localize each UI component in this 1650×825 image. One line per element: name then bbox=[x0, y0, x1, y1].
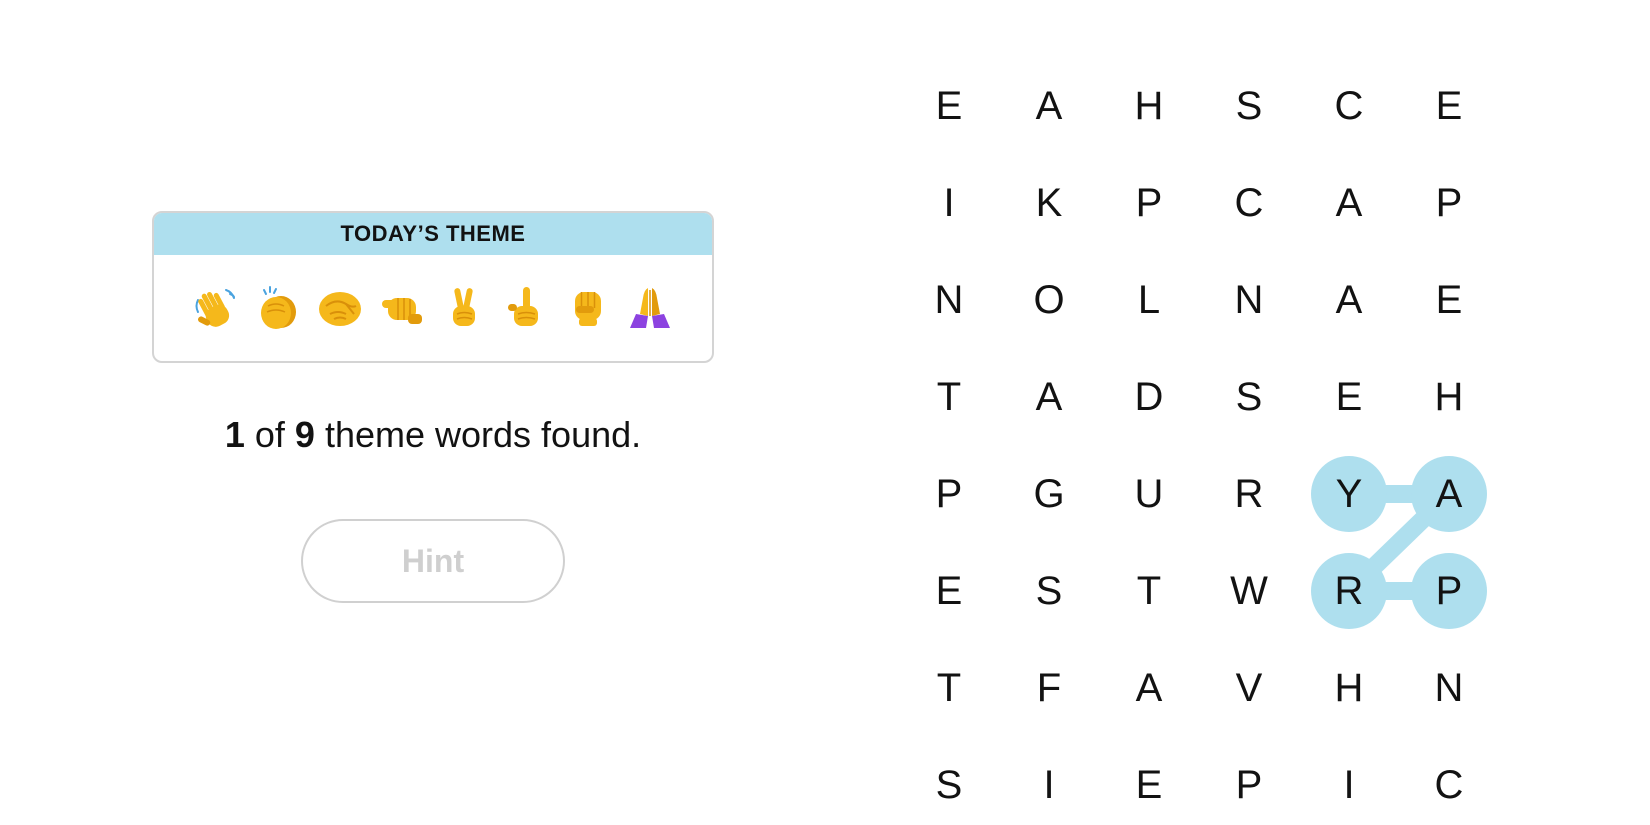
handshake-icon bbox=[319, 292, 361, 326]
letter-cell[interactable]: R bbox=[1209, 454, 1289, 534]
letter-cell[interactable]: H bbox=[1309, 648, 1389, 728]
letter-cell[interactable]: C bbox=[1409, 745, 1489, 825]
letter-cell[interactable]: W bbox=[1209, 551, 1289, 631]
letter-cell[interactable]: E bbox=[909, 551, 989, 631]
letter-grid: EAHSCEIKPCAPNOLNAETADSEHPGURYAESTWRPTFAV… bbox=[0, 0, 1650, 825]
theme-card: TODAY’S THEME bbox=[152, 211, 714, 363]
letter-cell[interactable]: N bbox=[1209, 260, 1289, 340]
raised-fist-icon bbox=[575, 292, 601, 326]
letter-cell[interactable]: A bbox=[1309, 260, 1389, 340]
index-pointing-up-icon bbox=[508, 287, 538, 326]
letter-cell[interactable]: I bbox=[1009, 745, 1089, 825]
letter-cell[interactable]: R bbox=[1309, 551, 1389, 631]
found-word-highlight bbox=[1311, 456, 1487, 629]
strands-game: TODAY’S THEME 1 of 9 theme words found. … bbox=[0, 0, 1650, 825]
victory-hand-icon bbox=[453, 288, 475, 326]
letter-cell[interactable]: H bbox=[1409, 357, 1489, 437]
letter-cell[interactable]: K bbox=[1009, 163, 1089, 243]
letter-cell[interactable]: P bbox=[1209, 745, 1289, 825]
letter-cell[interactable]: P bbox=[1409, 163, 1489, 243]
folded-hands-icon bbox=[630, 288, 670, 328]
letter-cell[interactable]: O bbox=[1009, 260, 1089, 340]
left-facing-fist-icon bbox=[382, 298, 422, 324]
total-count: 9 bbox=[294, 414, 315, 455]
letter-cell[interactable]: V bbox=[1209, 648, 1289, 728]
letter-cell[interactable]: A bbox=[1009, 66, 1089, 146]
letter-cell[interactable]: T bbox=[909, 648, 989, 728]
letter-cell[interactable]: T bbox=[909, 357, 989, 437]
letter-cell[interactable]: U bbox=[1109, 454, 1189, 534]
progress-suffix-text: theme words found. bbox=[314, 414, 642, 455]
letter-cell[interactable]: E bbox=[909, 66, 989, 146]
letter-cell[interactable]: S bbox=[1009, 551, 1089, 631]
letter-cell[interactable]: I bbox=[1309, 745, 1389, 825]
letter-cell[interactable]: A bbox=[1309, 163, 1389, 243]
theme-emoji-row bbox=[154, 255, 712, 361]
theme-words-progress: 1 of 9 theme words found. bbox=[152, 414, 714, 456]
letter-cell[interactable]: S bbox=[1209, 357, 1289, 437]
letter-cell[interactable]: A bbox=[1009, 357, 1089, 437]
letter-cell[interactable]: P bbox=[1109, 163, 1189, 243]
letter-cell[interactable]: S bbox=[909, 745, 989, 825]
letter-cell[interactable]: E bbox=[1409, 260, 1489, 340]
letter-cell[interactable]: P bbox=[1409, 551, 1489, 631]
letter-cell[interactable]: A bbox=[1109, 648, 1189, 728]
letter-cell[interactable]: S bbox=[1209, 66, 1289, 146]
theme-header: TODAY’S THEME bbox=[154, 213, 712, 255]
letter-cell[interactable]: E bbox=[1409, 66, 1489, 146]
letter-cell[interactable]: E bbox=[1309, 357, 1389, 437]
clapping-hands-icon bbox=[261, 286, 296, 329]
progress-of-text: of bbox=[244, 414, 295, 455]
letter-cell[interactable]: C bbox=[1209, 163, 1289, 243]
found-count: 1 bbox=[224, 414, 245, 455]
letter-cell[interactable]: A bbox=[1409, 454, 1489, 534]
letter-cell[interactable]: N bbox=[1409, 648, 1489, 728]
waving-hand-icon bbox=[195, 289, 235, 327]
letter-cell[interactable]: F bbox=[1009, 648, 1089, 728]
letter-cell[interactable]: H bbox=[1109, 66, 1189, 146]
letter-cell[interactable]: E bbox=[1109, 745, 1189, 825]
letter-cell[interactable]: D bbox=[1109, 357, 1189, 437]
hint-button[interactable]: Hint bbox=[301, 519, 565, 603]
letter-cell[interactable]: G bbox=[1009, 454, 1089, 534]
letter-cell[interactable]: N bbox=[909, 260, 989, 340]
letter-cell[interactable]: Y bbox=[1309, 454, 1389, 534]
letter-cell[interactable]: I bbox=[909, 163, 989, 243]
letter-cell[interactable]: C bbox=[1309, 66, 1389, 146]
letter-cell[interactable]: P bbox=[909, 454, 989, 534]
letter-cell[interactable]: L bbox=[1109, 260, 1189, 340]
letter-cell[interactable]: T bbox=[1109, 551, 1189, 631]
